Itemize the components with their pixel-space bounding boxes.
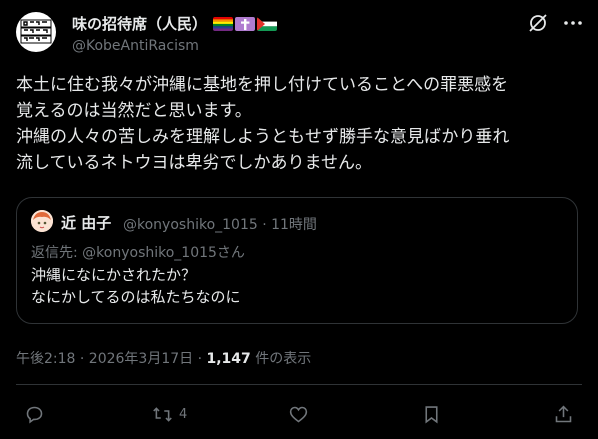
views-count: 1,147 — [206, 351, 251, 367]
repost-icon — [153, 406, 172, 422]
share-button[interactable] — [553, 403, 574, 425]
author-display-name-text: 味の招待席（人民） — [72, 15, 208, 33]
reply-button[interactable] — [24, 403, 51, 425]
quote-text: 沖縄になにかされたか？ なにかしてるのは私たちなのに — [31, 266, 241, 306]
tweet-text: 本土に住む我々が沖縄に基地を押し付けていることへの罪悪感を 覚えるのは当然だと思… — [16, 75, 510, 173]
author-flags — [213, 16, 278, 31]
rainbow-flag-icon — [213, 16, 234, 31]
author-handle[interactable]: @KobeAntiRacism — [72, 38, 199, 54]
quote-author-avatar — [31, 210, 53, 232]
quote-author-name: 近 由子 — [61, 214, 112, 232]
avatar-logo-icon — [20, 18, 52, 46]
heart-icon — [289, 406, 308, 422]
bookmark-button[interactable] — [421, 403, 448, 425]
quote-author-handle: @konyoshiko_1015 — [123, 217, 258, 233]
quote-avatar-icon — [31, 210, 53, 232]
grok-button[interactable] — [527, 12, 549, 34]
repost-count: 4 — [179, 406, 188, 422]
palestine-flag-icon — [257, 16, 278, 31]
tweet-timestamp[interactable]: 午後2:18 · 2026年3月17日 · — [16, 351, 207, 367]
author-avatar[interactable] — [16, 12, 56, 52]
quote-reply-to: 返信先: @konyoshiko_1015さん — [31, 245, 245, 261]
more-horizontal-icon — [564, 21, 582, 25]
divider — [16, 384, 582, 385]
bookmark-icon — [425, 405, 438, 424]
quote-tweet-card[interactable]: 近 由子 @konyoshiko_1015 · 11時間 返信先: @konyo… — [16, 197, 578, 324]
reply-icon — [26, 406, 43, 423]
quote-meta: @konyoshiko_1015 · 11時間 — [123, 214, 317, 234]
like-button[interactable] — [288, 403, 315, 425]
cross-icon — [235, 16, 256, 31]
tweet-meta: 午後2:18 · 2026年3月17日 · 1,147 件の表示 — [16, 348, 311, 368]
quote-time: · 11時間 — [262, 217, 317, 233]
more-options-button[interactable] — [562, 12, 584, 34]
share-icon — [555, 405, 572, 422]
views-label: 件の表示 — [250, 351, 312, 367]
repost-button[interactable]: 4 — [152, 403, 187, 425]
author-display-name[interactable]: 味の招待席（人民） — [72, 13, 278, 34]
grok-icon — [529, 14, 547, 32]
